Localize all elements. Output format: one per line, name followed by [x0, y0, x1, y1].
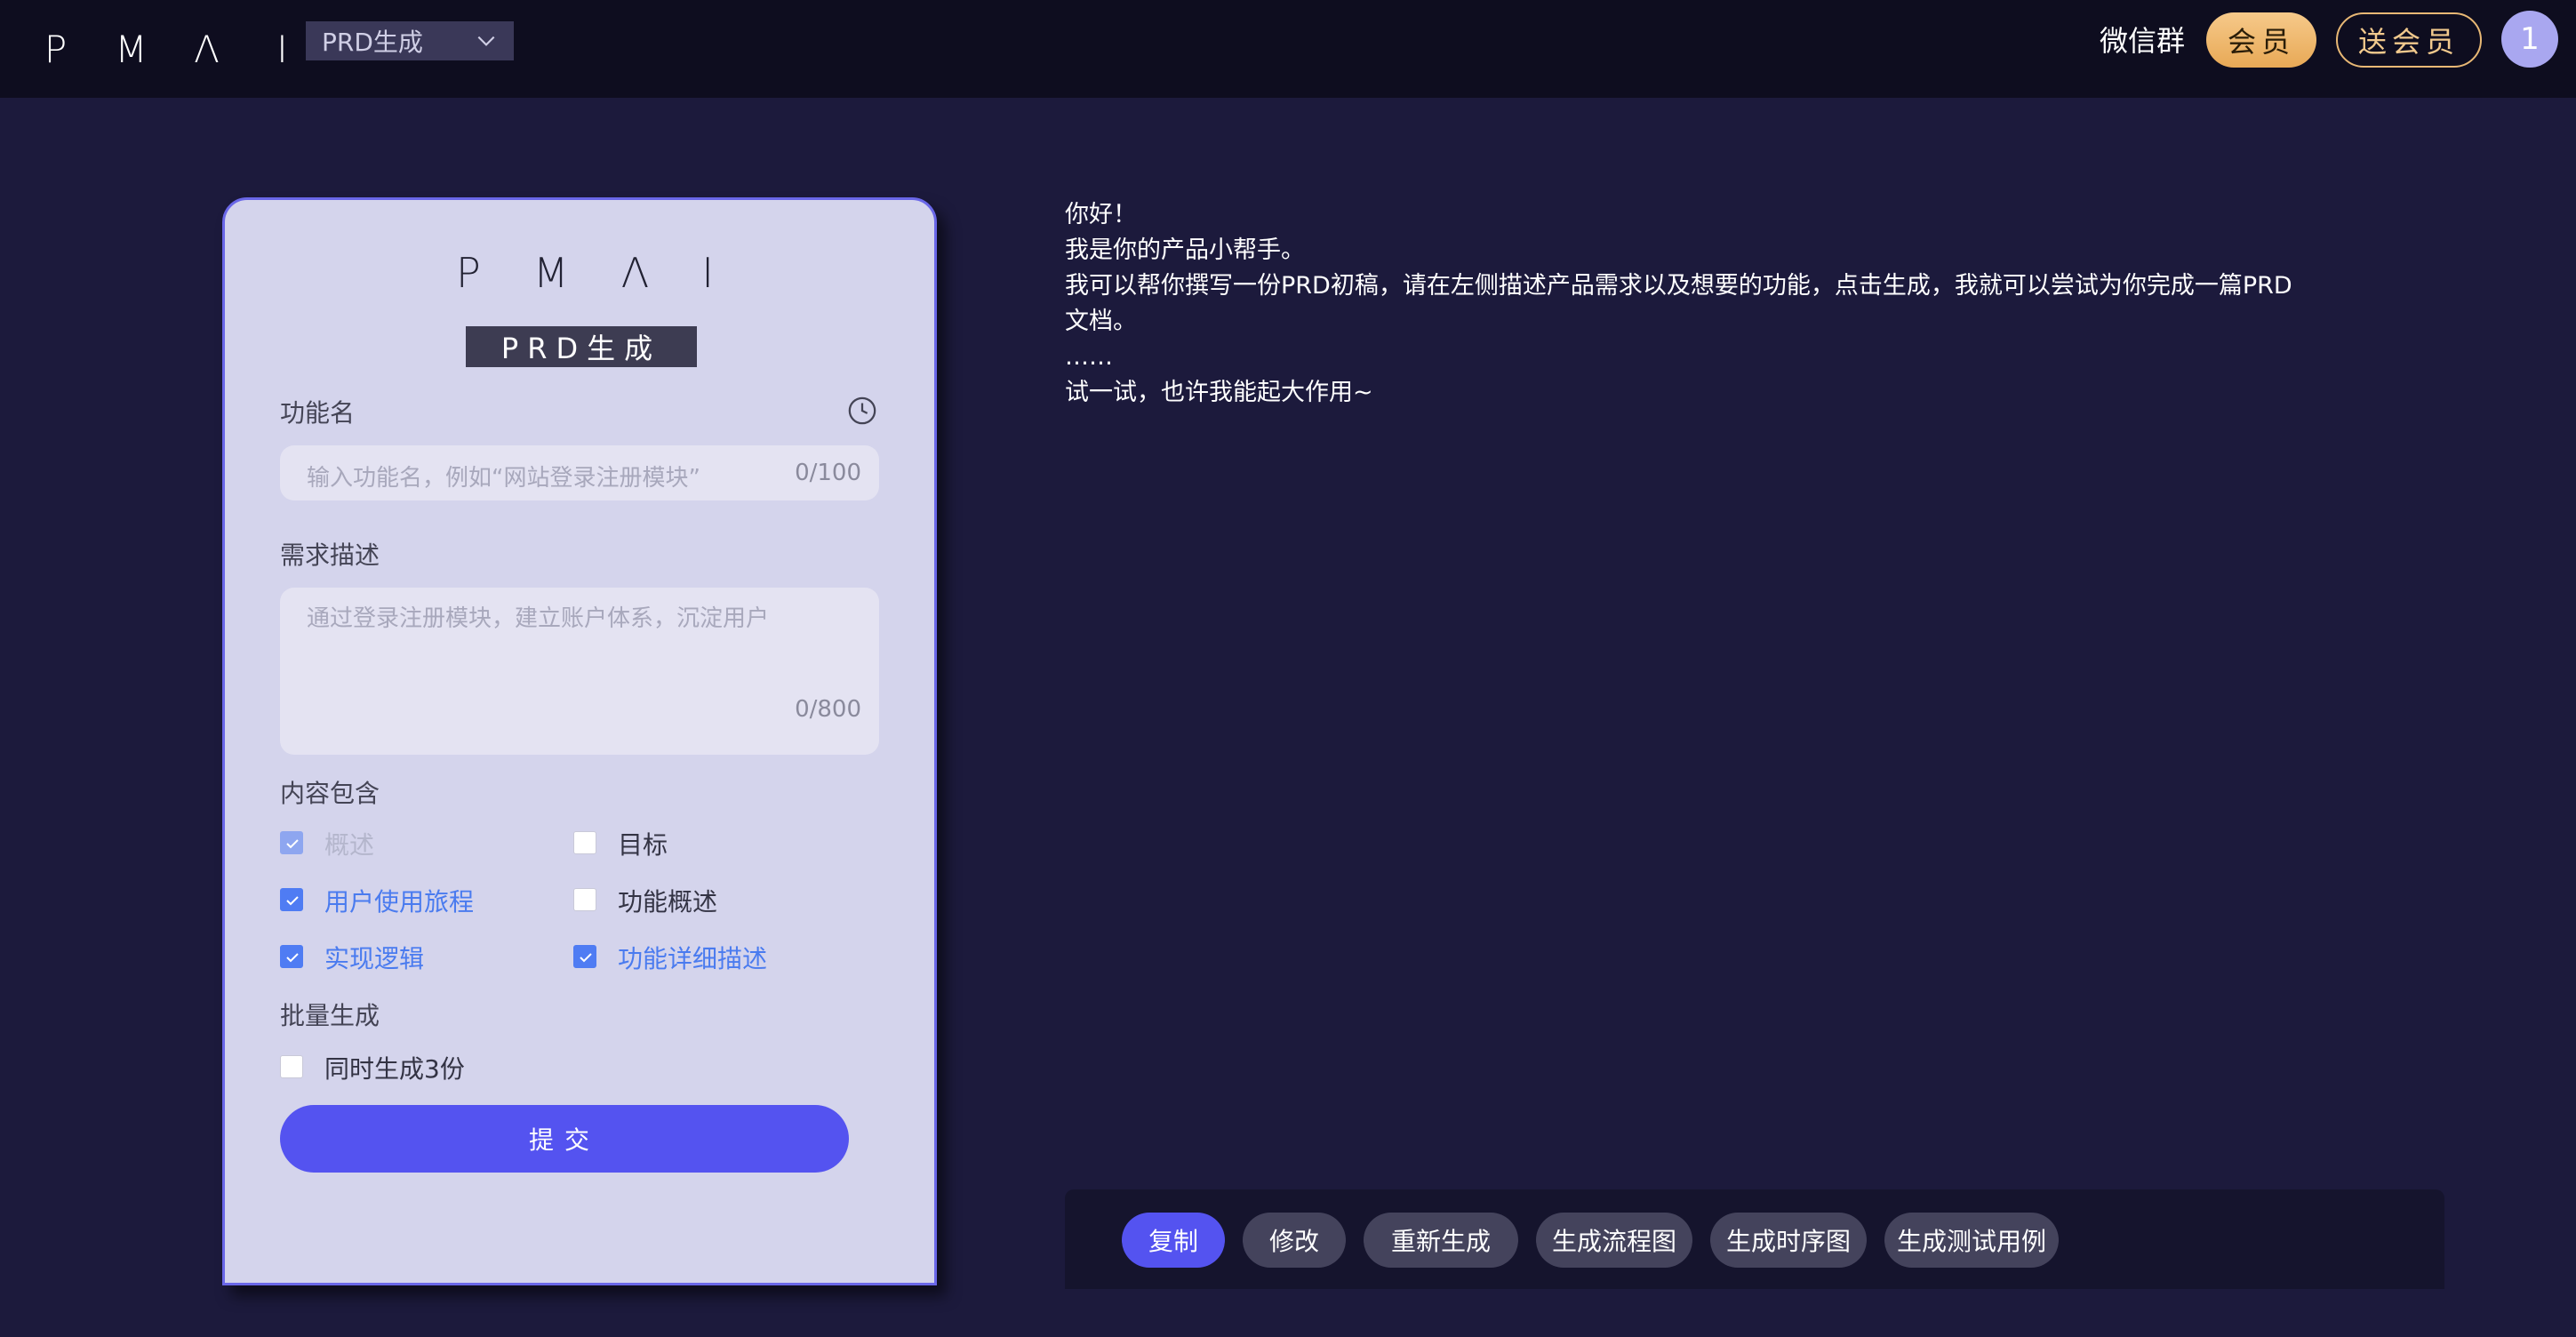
mode-select[interactable]: PRD生成 — [306, 21, 514, 60]
regenerate-button[interactable]: 重新生成 — [1364, 1213, 1518, 1268]
wechat-group-link[interactable]: 微信群 — [2100, 20, 2185, 62]
feature-name-counter: 0/100 — [795, 460, 861, 486]
output-toolbar: 复制 修改 重新生成 生成流程图 生成时序图 生成测试用例 — [1065, 1189, 2444, 1289]
generate-sequence-diagram-button[interactable]: 生成时序图 — [1710, 1213, 1867, 1268]
prd-form-card: P M Λ I PRD生成 功能名 输入功能名，例如“网站登录注册模块” 0/1… — [222, 197, 937, 1285]
generate-test-cases-button[interactable]: 生成测试用例 — [1884, 1213, 2059, 1268]
output-line: …… — [1065, 343, 1113, 371]
check-icon — [286, 896, 299, 906]
check-icon — [286, 839, 299, 849]
output-line: 你好！ — [1065, 201, 1137, 228]
feature-overview-option-label: 功能概述 — [618, 887, 718, 917]
submit-button[interactable]: 提交 — [280, 1105, 849, 1173]
avatar[interactable]: 1 — [2501, 11, 2558, 68]
feature-detail-option-label: 功能详细描述 — [618, 944, 768, 973]
logo-letter: P — [44, 27, 68, 71]
batch-three-checkbox[interactable] — [280, 1055, 303, 1078]
implementation-logic-checkbox[interactable] — [280, 945, 303, 968]
requirement-desc-counter: 0/800 — [795, 696, 861, 723]
overview-option-label: 概述 — [324, 830, 375, 860]
output-line: 文档。 — [1065, 308, 1137, 335]
check-icon — [286, 953, 299, 963]
check-icon — [580, 953, 592, 963]
gift-member-button[interactable]: 送会员 — [2336, 12, 2482, 68]
output-line: 我是你的产品小帮手。 — [1065, 236, 1305, 264]
card-subtitle: PRD生成 — [466, 326, 697, 367]
member-button[interactable]: 会员 — [2206, 12, 2316, 68]
requirement-desc-textarea[interactable]: 通过登录注册模块，建立账户体系，沉淀用户 0/800 — [280, 588, 879, 755]
goal-option-label: 目标 — [618, 830, 668, 860]
output-line: 试一试，也许我能起大作用~ — [1065, 379, 1373, 406]
requirement-desc-placeholder: 通过登录注册模块，建立账户体系，沉淀用户 — [307, 605, 770, 632]
goal-checkbox[interactable] — [573, 831, 596, 854]
logo-letter: Λ — [194, 27, 220, 71]
copy-button[interactable]: 复制 — [1122, 1213, 1225, 1268]
output-line: 我可以帮你撰写一份PRD初稿，请在左侧描述产品需求以及想要的功能，点击生成，我就… — [1065, 272, 2292, 300]
logo-letter: M — [115, 27, 148, 71]
feature-name-input[interactable]: 输入功能名，例如“网站登录注册模块” 0/100 — [280, 445, 879, 500]
chevron-down-icon — [477, 36, 495, 46]
user-journey-option-label: 用户使用旅程 — [324, 887, 475, 917]
history-icon[interactable] — [847, 396, 877, 426]
logo-letter: P — [456, 249, 481, 297]
logo-letter: M — [532, 249, 569, 297]
batch-generate-label: 批量生成 — [280, 1001, 380, 1030]
feature-detail-checkbox[interactable] — [573, 945, 596, 968]
logo-letter: Λ — [620, 249, 650, 297]
mode-select-value: PRD生成 — [322, 28, 423, 57]
top-header: P M Λ I PRD生成 微信群 会员 送会员 1 — [0, 0, 2576, 98]
feature-name-placeholder: 输入功能名，例如“网站登录注册模块” — [307, 465, 700, 492]
user-journey-checkbox[interactable] — [280, 888, 303, 911]
assistant-output: 你好！ 我是你的产品小帮手。 我可以帮你撰写一份PRD初稿，请在左侧描述产品需求… — [1065, 197, 2345, 411]
content-include-label: 内容包含 — [280, 779, 380, 808]
implementation-logic-option-label: 实现逻辑 — [324, 944, 425, 973]
app-logo[interactable]: P M Λ I — [18, 21, 320, 76]
edit-button[interactable]: 修改 — [1243, 1213, 1346, 1268]
logo-letter: I — [701, 249, 714, 297]
overview-checkbox[interactable] — [280, 831, 303, 854]
feature-name-label: 功能名 — [280, 398, 356, 428]
batch-three-option-label: 同时生成3份 — [324, 1054, 465, 1084]
card-logo: P M Λ I — [456, 249, 714, 297]
feature-overview-checkbox[interactable] — [573, 888, 596, 911]
requirement-desc-label: 需求描述 — [280, 540, 380, 570]
generate-flowchart-button[interactable]: 生成流程图 — [1536, 1213, 1692, 1268]
